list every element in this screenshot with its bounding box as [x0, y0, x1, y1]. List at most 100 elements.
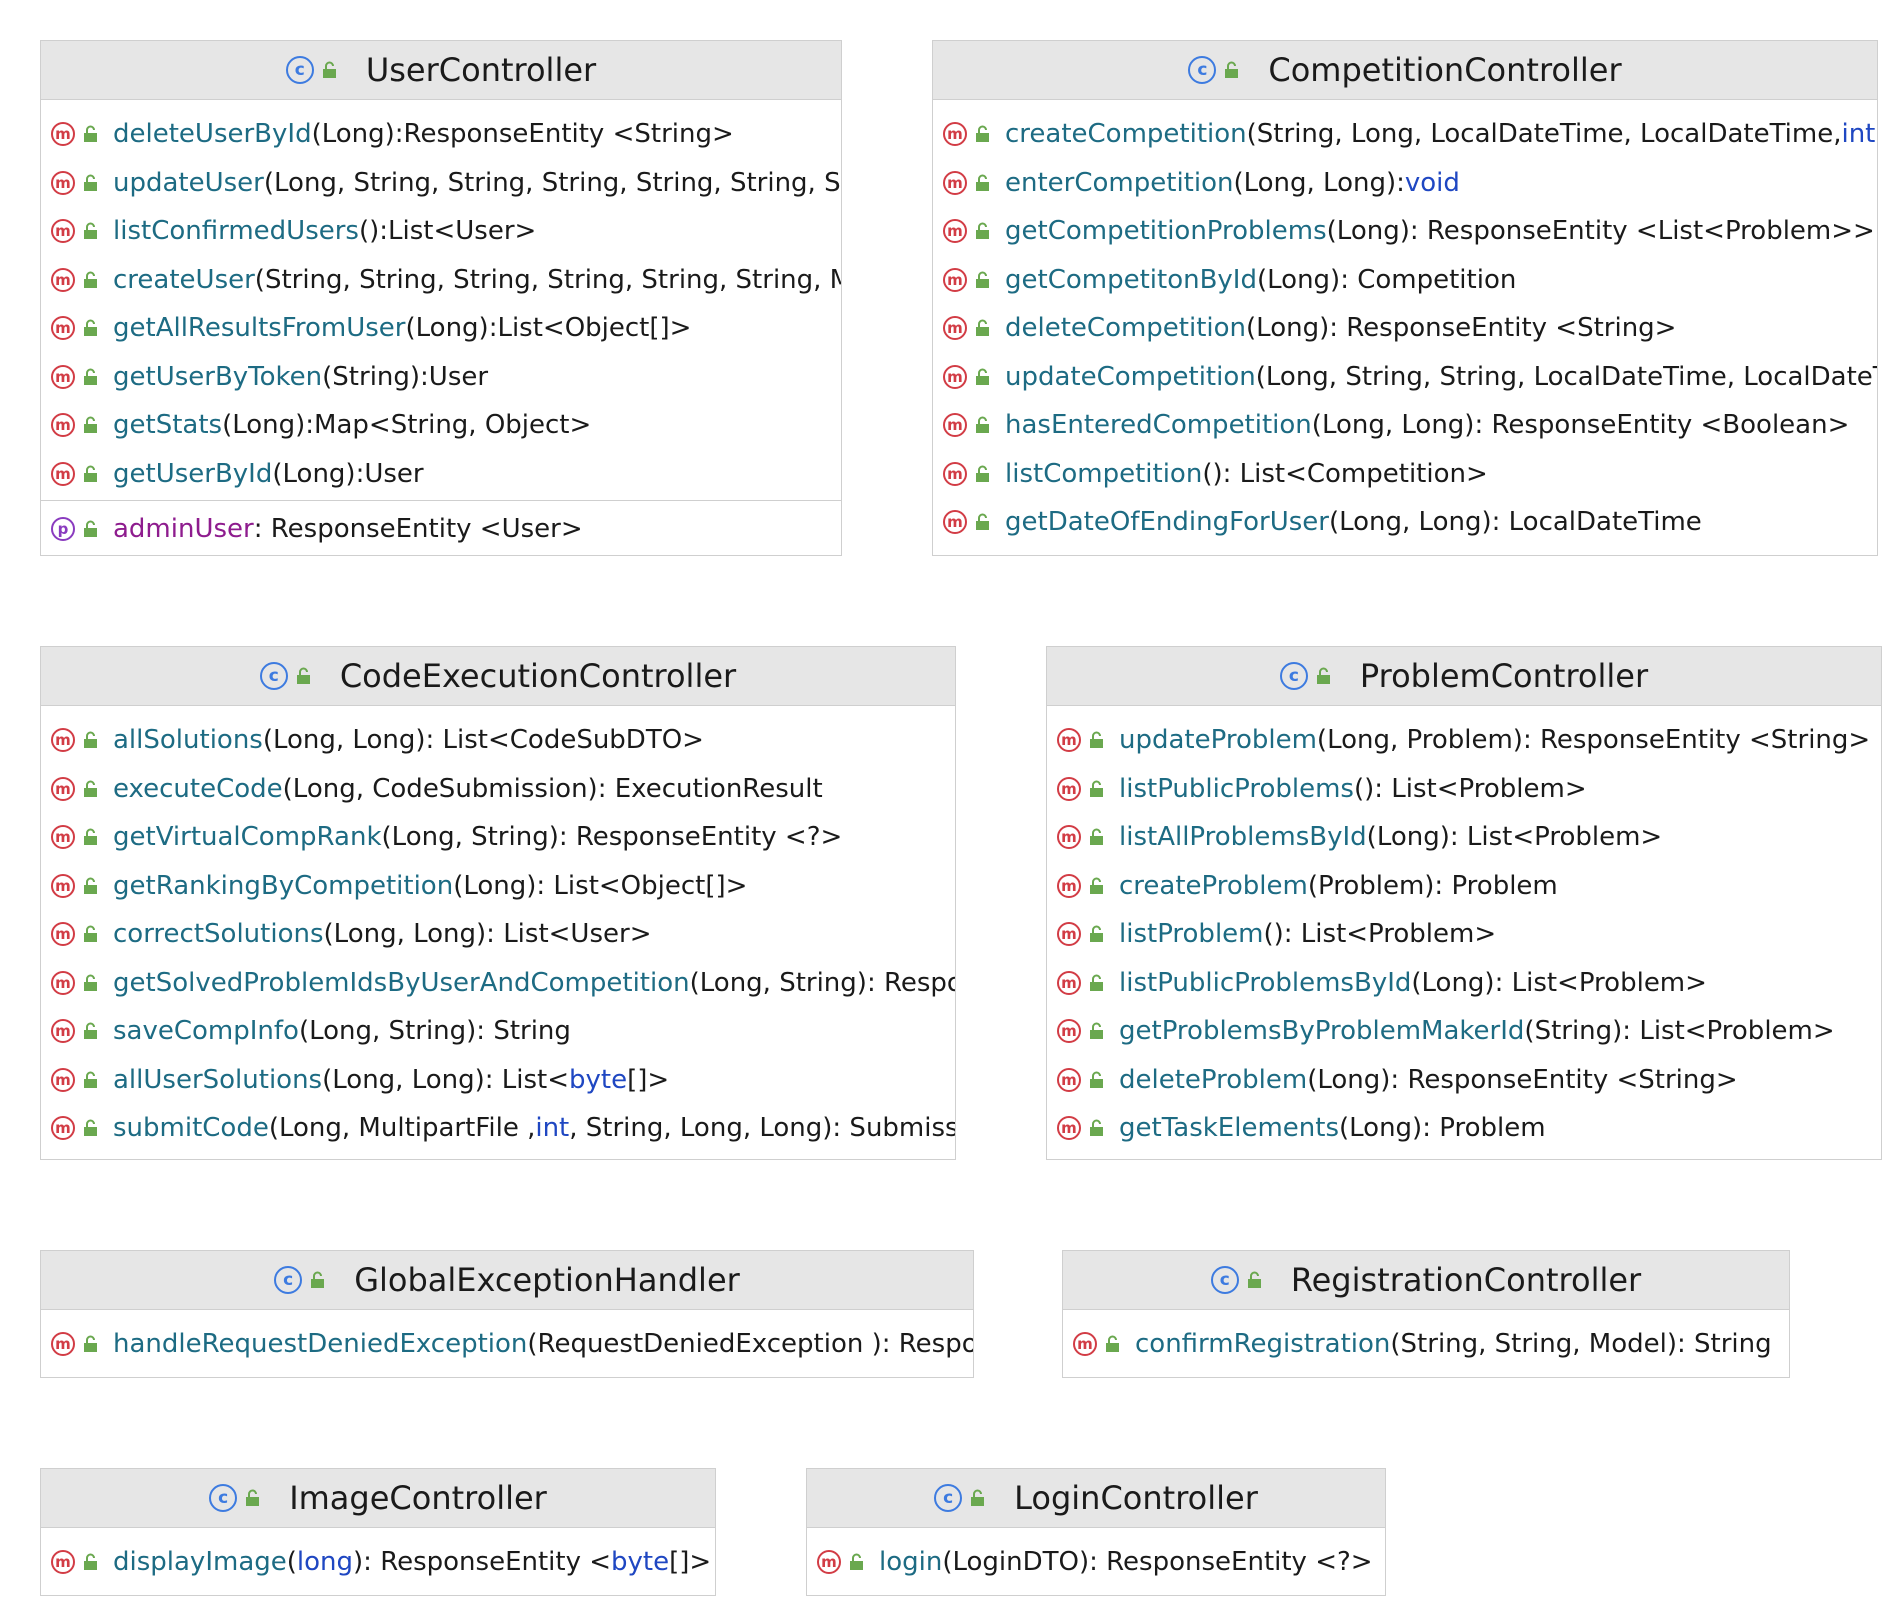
method-icon: m: [51, 316, 75, 341]
class-box-problem-controller[interactable]: c ProblemController m updateProblem (Long,…: [1046, 646, 1882, 1160]
class-box-user-controller[interactable]: c UserController m deleteUserById (Long):…: [40, 40, 842, 556]
method-icon: m: [943, 510, 967, 535]
public-visibility-icon: [83, 271, 99, 289]
class-box-code-execution-controller[interactable]: c CodeExecutionController m allSolutions(…: [40, 646, 956, 1160]
method-row[interactable]: m getTaskElements (Long): Problem: [1047, 1104, 1881, 1153]
class-box-image-controller[interactable]: c ImageController m displayImage(long): R…: [40, 1468, 716, 1596]
method-name: listAllProblemsById: [1119, 822, 1367, 853]
method-row[interactable]: m getVirtualCompRank (Long, String): Respo…: [41, 813, 955, 862]
keyword: int: [1841, 119, 1876, 150]
member-list: m updateProblem (Long, Problem): ResponseE…: [1047, 706, 1881, 1161]
method-row[interactable]: m getStats (Long): Map<String, Object>: [41, 401, 841, 450]
method-row[interactable]: m displayImage(long): ResponseEntity < byt…: [41, 1538, 715, 1587]
method-row[interactable]: m createUser (String, String, String, Str…: [41, 256, 841, 305]
public-visibility-icon: [83, 974, 99, 992]
method-row[interactable]: m hasEnteredCompetition (Long, Long): Res…: [933, 401, 1877, 450]
method-signature: (Long, Problem): ResponseEntity <String>: [1316, 725, 1871, 756]
class-name: UserController: [365, 51, 597, 89]
method-signature: (Problem): Problem: [1307, 870, 1558, 901]
public-visibility-icon: [83, 465, 99, 483]
method-name: login: [879, 1547, 943, 1578]
method-icon: m: [1057, 873, 1081, 898]
method-row[interactable]: m executeCode (Long, CodeSubmission): Exe…: [41, 765, 955, 814]
method-icon: m: [1057, 1067, 1081, 1092]
method-icon: m: [51, 461, 75, 486]
method-row[interactable]: m listPublicProblems (): List<Problem>: [1047, 765, 1881, 814]
method-name: listCompetition: [1005, 458, 1203, 489]
method-row[interactable]: m enterCompetition (Long, Long): void: [933, 159, 1877, 208]
method-row[interactable]: m getUserByToken (String): User: [41, 353, 841, 402]
method-row[interactable]: m listCompetition (): List<Competition>: [933, 450, 1877, 499]
method-row[interactable]: m createProblem (Problem): Problem: [1047, 862, 1881, 911]
method-name: displayImage: [113, 1547, 287, 1578]
method-icon: m: [51, 1116, 75, 1141]
class-header: c CodeExecutionController: [41, 647, 955, 706]
method-row[interactable]: m allUserSolutions (Long, Long): List< byt…: [41, 1056, 955, 1105]
class-box-competition-controller[interactable]: c CompetitionController m createCompetiti…: [932, 40, 1878, 556]
class-box-global-exception-handler[interactable]: c GlobalExceptionHandler m handleRequestD…: [40, 1250, 974, 1378]
method-signature: (Long, Long): List<CodeSubDTO>: [262, 725, 704, 756]
method-signature-tail: , String, Long, Long): Submiss: [569, 1113, 955, 1144]
method-row[interactable]: m listConfirmedUsers (): List<User>: [41, 207, 841, 256]
method-icon: m: [943, 316, 967, 341]
method-signature: (RequestDeniedException ): Respor: [527, 1329, 973, 1360]
public-visibility-icon: [1089, 925, 1105, 943]
method-row[interactable]: m listAllProblemsById (Long): List<Problem…: [1047, 813, 1881, 862]
method-name: updateUser: [113, 167, 264, 198]
method-row[interactable]: m saveCompInfo (Long, String): String: [41, 1007, 955, 1056]
method-row[interactable]: m allSolutions (Long, Long): List<CodeSubD…: [41, 716, 955, 765]
method-row[interactable]: m handleRequestDeniedException (RequestDe…: [41, 1320, 973, 1369]
method-row[interactable]: m confirmRegistration (String, String, Mo…: [1063, 1320, 1789, 1369]
method-row[interactable]: m listProblem (): List<Problem>: [1047, 910, 1881, 959]
method-row[interactable]: m createCompetition (String, Long, LocalD…: [933, 110, 1877, 159]
class-name: LoginController: [1014, 1479, 1258, 1517]
class-box-registration-controller[interactable]: c RegistrationController m confirmRegistr…: [1062, 1250, 1790, 1378]
method-row[interactable]: m updateProblem (Long, Problem): ResponseE…: [1047, 716, 1881, 765]
method-row[interactable]: m login (LoginDTO): ResponseEntity <?>: [807, 1538, 1385, 1587]
method-icon: m: [1057, 1116, 1081, 1141]
class-icon: c: [1279, 662, 1308, 690]
class-box-login-controller[interactable]: c LoginController m login (LoginDTO): Resp…: [806, 1468, 1386, 1596]
method-signature: (LoginDTO): ResponseEntity <?>: [942, 1547, 1373, 1578]
public-visibility-icon: [83, 174, 99, 192]
method-signature: (Long): ResponseEntity <String>: [1246, 313, 1677, 344]
method-row[interactable]: m deleteProblem (Long): ResponseEntity <S…: [1047, 1056, 1881, 1105]
method-row[interactable]: m updateCompetition (Long, String, String…: [933, 353, 1877, 402]
class-icon: c: [209, 1484, 238, 1512]
method-row[interactable]: m submitCode (Long, MultipartFile , int, S…: [41, 1104, 955, 1153]
method-name: allUserSolutions: [113, 1064, 323, 1095]
method-name: enterCompetition: [1005, 167, 1234, 198]
method-name: getTaskElements: [1119, 1113, 1339, 1144]
method-row[interactable]: m getDateOfEndingForUser (Long, Long): Lo…: [933, 498, 1877, 547]
method-name: getCompetitionProblems: [1005, 216, 1327, 247]
method-row[interactable]: m updateUser (Long, String, String, Strin…: [41, 159, 841, 208]
method-row[interactable]: m listPublicProblemsById (Long): List<Prob…: [1047, 959, 1881, 1008]
public-visibility-icon: [83, 1022, 99, 1040]
method-row[interactable]: m deleteUserById (Long): ResponseEntity <…: [41, 110, 841, 159]
class-name: ProblemController: [1359, 657, 1649, 695]
method-signature-tail: []>: [669, 1547, 712, 1578]
method-signature: (Long, String): ResponseEntity <?>: [381, 822, 843, 853]
method-row[interactable]: m getSolvedProblemIdsByUserAndCompetition…: [41, 959, 955, 1008]
property-row[interactable]: p adminUser: ResponseEntity <User>: [41, 500, 841, 554]
public-visibility-icon: [83, 125, 99, 143]
method-row[interactable]: m getAllResultsFromUser (Long): List<Obje…: [41, 304, 841, 353]
method-icon: m: [943, 219, 967, 244]
method-row[interactable]: m getRankingByCompetition (Long): List<Ob…: [41, 862, 955, 911]
method-row[interactable]: m getCompetitionProblems (Long): Response…: [933, 207, 1877, 256]
method-row[interactable]: m getUserById (Long): User: [41, 450, 841, 499]
return-type: User: [364, 458, 424, 489]
class-name: CodeExecutionController: [339, 657, 737, 695]
method-row[interactable]: m getProblemsByProblemMakerId (String): Li…: [1047, 1007, 1881, 1056]
method-signature: (): List<Problem>: [1263, 919, 1497, 950]
return-type: List<Object[]>: [497, 313, 692, 344]
keyword: int: [535, 1113, 570, 1144]
method-row[interactable]: m correctSolutions (Long, Long): List<Use…: [41, 910, 955, 959]
method-name: executeCode: [113, 773, 283, 804]
method-icon: m: [1057, 776, 1081, 801]
method-row[interactable]: m getCompetitonById (Long): Competition: [933, 256, 1877, 305]
method-icon: m: [51, 776, 75, 801]
public-visibility-icon: [83, 925, 99, 943]
method-signature-tail: ,: [1875, 119, 1877, 149]
method-row[interactable]: m deleteCompetition (Long): ResponseEntit…: [933, 304, 1877, 353]
